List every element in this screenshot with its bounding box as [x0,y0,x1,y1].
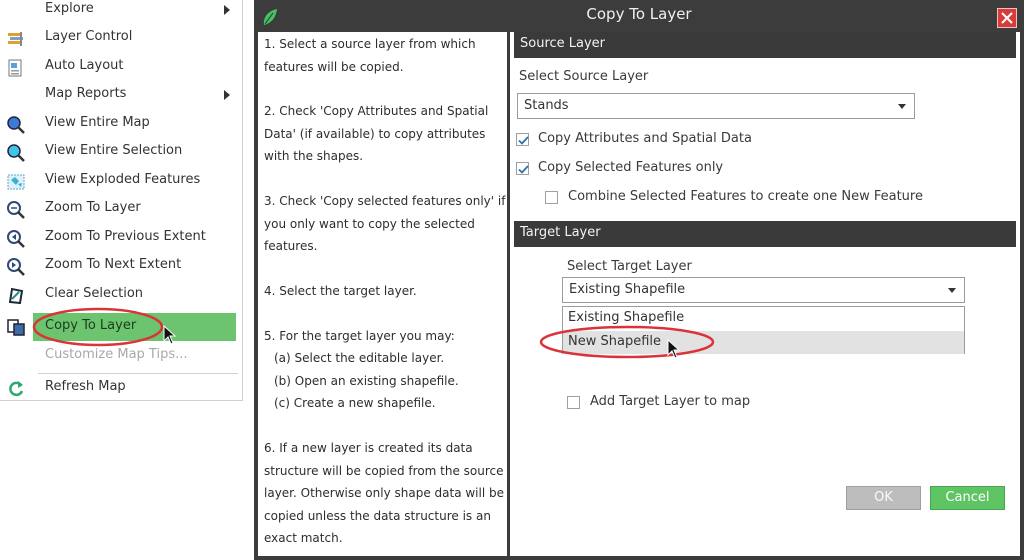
menu-item-explore[interactable]: Explore [0,0,238,24]
menu-item-refresh-map[interactable]: Refresh Map [0,374,238,402]
select-value: Stands [524,98,569,113]
menu-item-label: Explore [45,1,94,16]
chevron-down-icon [948,288,956,293]
instruction-step: 3. Check 'Copy selected features only' i… [264,194,506,253]
submenu-arrow-icon [224,90,230,100]
source-layer-header: Source Layer [514,32,1016,58]
add-to-map-checkbox[interactable] [567,396,580,409]
combine-features-checkbox[interactable] [545,191,558,204]
menu-item-clear-selection[interactable]: Clear Selection [0,281,238,309]
menu-item-label: Clear Selection [45,286,144,301]
menu-item-label: View Entire Selection [45,143,183,158]
menu-item-auto-layout[interactable]: Auto Layout [0,53,238,81]
zoom-previous-icon [7,230,25,248]
dialog-title: Copy To Layer [586,5,692,23]
section-header-label: Source Layer [520,36,606,51]
menu-item-label: Zoom To Next Extent [45,257,182,272]
layout-icon [8,59,22,77]
refresh-icon [9,381,24,397]
target-layer-label: Select Target Layer [567,259,692,274]
dropdown-option-new-shapefile[interactable]: New Shapefile [563,331,964,354]
cancel-button[interactable]: Cancel [930,486,1005,510]
menu-item-label: Zoom To Previous Extent [45,229,206,244]
menu-item-layer-control[interactable]: Layer Control [0,24,238,52]
menu-item-label: View Entire Map [45,115,150,130]
menu-item-label: Customize Map Tips... [45,347,188,362]
instruction-step: 1. Select a source layer from which feat… [264,37,476,74]
clear-selection-icon [8,287,24,305]
add-to-map-label: Add Target Layer to map [590,394,751,409]
source-layer-label: Select Source Layer [519,69,649,84]
menu-item-zoom-previous-extent[interactable]: Zoom To Previous Extent [0,224,238,252]
menu-item-zoom-next-extent[interactable]: Zoom To Next Extent [0,252,238,280]
copy-attributes-label: Copy Attributes and Spatial Data [538,131,752,146]
instruction-substep: (c) Create a new shapefile. [274,396,436,410]
select-value: Existing Shapefile [569,282,686,297]
checkmark-icon [518,136,529,145]
menu-item-label: Zoom To Layer [45,200,141,215]
submenu-arrow-icon [224,5,230,15]
ok-button[interactable]: OK [846,486,921,510]
zoom-layer-icon [7,201,25,219]
zoom-selection-icon [7,144,25,162]
layers-icon [8,32,23,46]
combine-features-label: Combine Selected Features to create one … [568,189,923,204]
close-button[interactable] [997,8,1017,28]
form-panel: Source Layer Select Source Layer Stands … [510,32,1020,556]
copy-selected-checkbox[interactable] [516,162,529,175]
menu-item-view-entire-map[interactable]: View Entire Map [0,110,238,138]
instructions-panel: 1. Select a source layer from which feat… [258,32,507,556]
option-label: New Shapefile [568,334,661,349]
source-layer-select[interactable]: Stands [517,93,915,119]
dropdown-option-existing-shapefile[interactable]: Existing Shapefile [563,307,964,330]
instruction-step: 4. Select the target layer. [264,284,417,298]
chevron-down-icon [898,104,906,109]
menu-item-map-reports[interactable]: Map Reports [0,81,238,109]
menu-item-label: View Exploded Features [45,172,201,187]
copy-selected-label: Copy Selected Features only [538,160,724,175]
menu-item-customize-map-tips: Customize Map Tips... [0,342,238,370]
menu-item-label: Auto Layout [45,58,124,73]
menu-item-zoom-to-layer[interactable]: Zoom To Layer [0,195,238,223]
instruction-step: 5. For the target layer you may: [264,329,455,343]
close-icon [1001,12,1013,24]
copy-attributes-checkbox[interactable] [516,133,529,146]
context-menu: Explore Layer Control Auto Layout Map Re… [0,0,243,401]
instruction-substep: (a) Select the editable layer. [274,351,445,365]
instruction-substep: (b) Open an existing shapefile. [274,374,459,388]
target-layer-select[interactable]: Existing Shapefile [562,277,965,303]
menu-item-label: Layer Control [45,29,133,44]
menu-item-view-entire-selection[interactable]: View Entire Selection [0,138,238,166]
copy-to-layer-dialog: Copy To Layer 1. Select a source layer f… [254,0,1024,560]
zoom-next-icon [7,258,25,276]
menu-item-copy-to-layer[interactable]: Copy To Layer [33,313,236,341]
dialog-titlebar[interactable]: Copy To Layer [254,0,1024,30]
instruction-step: 2. Check 'Copy Attributes and Spatial Da… [264,104,489,163]
exploded-features-icon [7,174,25,190]
copy-layer-icon [7,319,25,336]
menu-item-label: Map Reports [45,86,127,101]
section-header-label: Target Layer [520,225,601,240]
menu-item-label: Copy To Layer [45,318,137,333]
instruction-step: 6. If a new layer is created its data st… [264,441,504,545]
target-layer-header: Target Layer [514,221,1016,247]
zoom-full-icon [7,116,25,134]
menu-item-view-exploded-features[interactable]: View Exploded Features [0,167,238,195]
checkmark-icon [518,165,529,174]
menu-item-label: Refresh Map [45,379,126,394]
target-layer-dropdown: Existing Shapefile New Shapefile [562,306,965,354]
option-label: Existing Shapefile [568,310,685,325]
